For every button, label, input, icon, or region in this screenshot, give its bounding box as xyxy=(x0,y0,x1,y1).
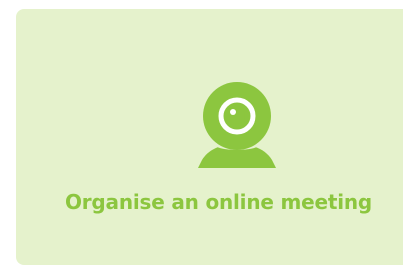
online-meeting-card[interactable]: Organise an online meeting xyxy=(16,9,403,265)
card-title: Organise an online meeting xyxy=(64,190,373,214)
webcam-icon xyxy=(198,82,276,168)
